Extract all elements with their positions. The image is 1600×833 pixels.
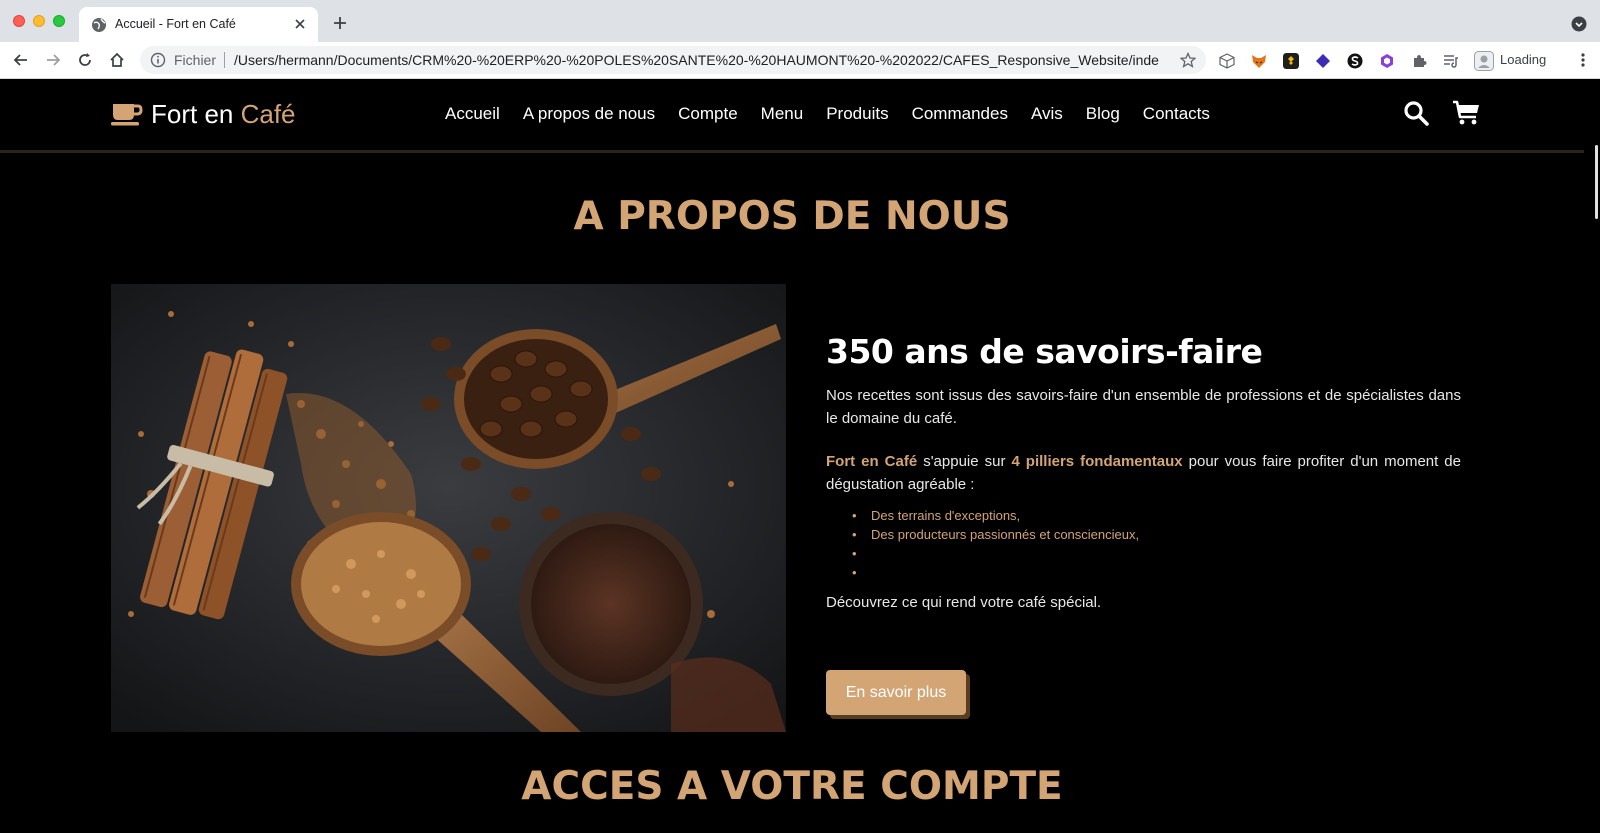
more-menu-icon[interactable] xyxy=(1575,52,1591,68)
page-scrollbar[interactable] xyxy=(1584,79,1600,833)
site-header: Fort en Café Accueil A propos de nous Co… xyxy=(0,79,1584,153)
home-icon[interactable] xyxy=(108,51,126,69)
about-paragraph-1: Nos recettes sont issus des savoirs-fair… xyxy=(826,387,1461,427)
coffee-spices-image xyxy=(111,284,786,732)
about-paragraph-2-mid: s'appuie sur xyxy=(917,453,1012,470)
learn-more-button[interactable]: En savoir plus xyxy=(826,670,966,715)
nav-commandes[interactable]: Commandes xyxy=(912,104,1008,124)
pillars-highlight-text: 4 pilliers fondamentaux xyxy=(1011,453,1183,470)
address-separator xyxy=(224,52,225,68)
forward-arrow-icon[interactable] xyxy=(44,51,62,69)
nav-a-propos[interactable]: A propos de nous xyxy=(523,104,655,124)
nav-contacts[interactable]: Contacts xyxy=(1143,104,1210,124)
discover-text: Découvrez ce qui rend votre café spécial… xyxy=(826,594,1102,611)
url-scheme-label: Fichier xyxy=(174,52,217,68)
page-viewport: Fort en Café Accueil A propos de nous Co… xyxy=(0,79,1600,833)
list-item xyxy=(852,544,1461,563)
reload-icon[interactable] xyxy=(76,51,94,69)
close-icon[interactable] xyxy=(292,16,308,32)
new-tab-icon[interactable] xyxy=(332,15,348,31)
search-icon[interactable] xyxy=(1403,100,1429,126)
account-section-title: ACCES A VOTRE COMPTE xyxy=(521,764,1063,809)
media-queue-icon[interactable] xyxy=(1443,53,1459,69)
browser-tab-bar: Accueil - Fort en Café xyxy=(0,0,1600,42)
profile-avatar-icon[interactable] xyxy=(1474,51,1494,71)
browser-toolbar: Fichier /Users/hermann/Documents/CRM%20-… xyxy=(0,42,1600,79)
puzzle-extension-icon[interactable] xyxy=(1411,53,1427,69)
back-arrow-icon[interactable] xyxy=(12,51,30,69)
tab-search-icon[interactable] xyxy=(1571,16,1587,32)
about-heading: 350 ans de savoirs-faire xyxy=(826,332,1263,371)
list-item xyxy=(852,563,1461,582)
scrollbar-thumb[interactable] xyxy=(1595,145,1598,219)
list-item: Des terrains d'exceptions, xyxy=(852,506,1461,525)
binance-extension-icon[interactable] xyxy=(1283,53,1299,69)
cart-icon[interactable] xyxy=(1452,99,1480,127)
close-window-button[interactable] xyxy=(13,15,25,27)
info-icon[interactable] xyxy=(150,52,166,68)
s-extension-icon[interactable] xyxy=(1347,53,1363,69)
site-logo[interactable]: Fort en Café xyxy=(111,98,296,130)
hexagon-extension-icon[interactable] xyxy=(1379,53,1395,69)
nav-blog[interactable]: Blog xyxy=(1086,104,1120,124)
coffee-spices-illustration xyxy=(111,284,786,732)
nav-avis[interactable]: Avis xyxy=(1031,104,1063,124)
brand-name-text: Fort en Café xyxy=(826,453,918,470)
diamond-extension-icon[interactable] xyxy=(1315,53,1331,69)
pillars-list: Des terrains d'exceptions, Des producteu… xyxy=(826,506,1461,582)
url-text[interactable]: /Users/hermann/Documents/CRM%20-%20ERP%2… xyxy=(234,52,1159,68)
profile-status-label: Loading xyxy=(1500,52,1547,67)
fox-extension-icon[interactable] xyxy=(1251,53,1267,69)
nav-compte[interactable]: Compte xyxy=(678,104,738,124)
logo-accent-text: Café xyxy=(240,98,296,129)
logo-main-text: Fort en xyxy=(151,98,241,129)
nav-menu[interactable]: Menu xyxy=(761,104,804,124)
nav-produits[interactable]: Produits xyxy=(826,104,888,124)
minimize-window-button[interactable] xyxy=(33,15,45,27)
coffee-cup-icon xyxy=(111,104,143,126)
main-nav: Accueil A propos de nous Compte Menu Pro… xyxy=(445,104,1233,124)
globe-icon xyxy=(92,18,106,32)
star-icon[interactable] xyxy=(1180,52,1196,68)
about-content: 350 ans de savoirs-faire Nos recettes so… xyxy=(826,332,1461,715)
address-bar[interactable]: Fichier /Users/hermann/Documents/CRM%20-… xyxy=(140,46,1206,74)
nav-accueil[interactable]: Accueil xyxy=(445,104,500,124)
about-paragraph-2: Fort en Café s'appuie sur 4 pilliers fon… xyxy=(826,450,1461,496)
zoom-window-button[interactable] xyxy=(53,15,65,27)
box-extension-icon[interactable] xyxy=(1219,53,1235,69)
tab-title: Accueil - Fort en Café xyxy=(115,17,236,31)
about-section-title: A PROPOS DE NOUS xyxy=(573,194,1011,239)
browser-tab[interactable]: Accueil - Fort en Café xyxy=(79,7,318,42)
list-item: Des producteurs passionnés et conscienci… xyxy=(852,525,1461,544)
site-logo-text: Fort en Café xyxy=(151,99,296,130)
